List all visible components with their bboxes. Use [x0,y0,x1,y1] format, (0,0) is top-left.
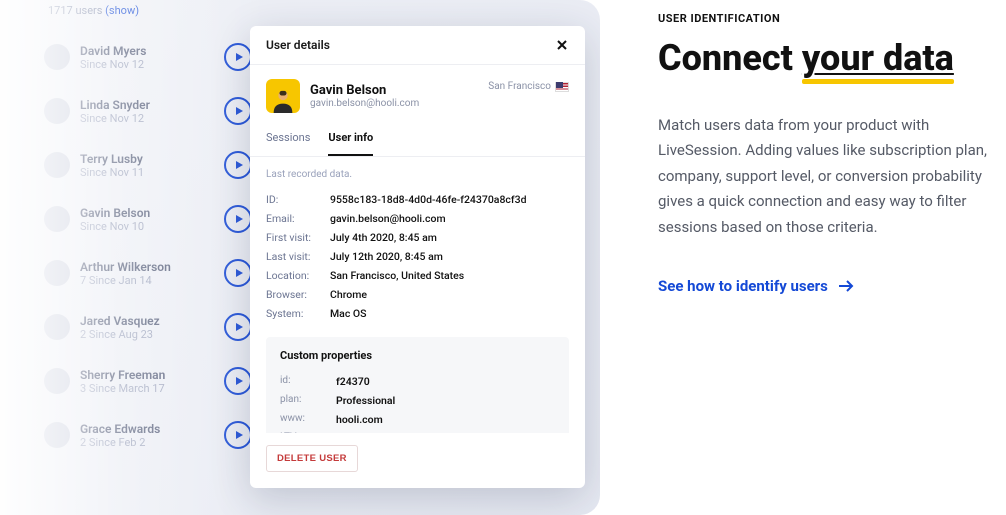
list-item[interactable]: Linda SnyderSince Nov 12 [44,89,244,133]
custom-properties-box: Custom properties id:f24370 plan:Profess… [266,337,569,433]
list-item[interactable]: Grace Edwards2 Since Feb 2 [44,413,244,457]
avatar [44,260,70,286]
hint-text: Last recorded data. [266,169,569,180]
field-first-visit-value: July 4th 2020, 8:45 am [330,231,437,244]
custom-www-label: www: [280,413,336,426]
show-link[interactable]: (show) [105,4,139,17]
field-last-visit-label: Last visit: [266,250,330,263]
custom-plan-label: plan: [280,394,336,407]
tab-sessions[interactable]: Sessions [266,123,310,156]
field-location-value: San Francisco, United States [330,269,464,282]
custom-id-label: id: [280,375,336,388]
list-item[interactable]: Jared Vasquez2 Since Aug 23 [44,305,244,349]
modal-title: User details [266,38,330,52]
avatar [44,152,70,178]
field-browser-value: Chrome [330,288,367,301]
avatar [44,368,70,394]
product-screenshot-panel: 1717 users (show) David MyersSince Nov 1… [0,0,600,515]
custom-id-value: f24370 [336,375,370,388]
field-system-value: Mac OS [330,307,367,320]
arrow-right-icon [838,280,854,292]
marketing-copy: USER IDENTIFICATION Connect your data Ma… [600,0,1006,515]
play-session-button[interactable] [224,421,252,449]
delete-user-button[interactable]: DELETE USER [266,445,358,472]
list-item[interactable]: Terry LusbySince Nov 11 [44,143,244,187]
field-browser-label: Browser: [266,288,330,301]
list-item[interactable]: Sherry Freeman3 Since March 17 [44,359,244,403]
field-id-value: 9558c183-18d8-4d0d-46fe-f24370a8cf3d [330,193,527,206]
avatar [44,44,70,70]
custom-plan-value: Professional [336,394,395,407]
background-user-list: 1717 users (show) David MyersSince Nov 1… [44,4,244,467]
section-description: Match users data from your product with … [658,113,998,241]
us-flag-icon [555,82,569,92]
field-location-label: Location: [266,269,330,282]
avatar [266,79,300,113]
list-item[interactable]: Gavin BelsonSince Nov 10 [44,197,244,241]
list-item[interactable]: David MyersSince Nov 12 [44,35,244,79]
custom-www-value: hooli.com [336,413,383,426]
field-email-label: Email: [266,212,330,225]
custom-properties-title: Custom properties [280,349,555,362]
list-item[interactable]: Arthur Wilkerson7 Since Jan 14 [44,251,244,295]
avatar [44,314,70,340]
user-name: Gavin Belson [310,83,419,98]
field-email-value: gavin.belson@hooli.com [330,212,446,225]
play-session-button[interactable] [224,43,252,71]
tab-user-info[interactable]: User info [328,123,373,156]
field-system-label: System: [266,307,330,320]
play-session-button[interactable] [224,367,252,395]
user-location-short: San Francisco [488,81,569,92]
avatar [44,98,70,124]
user-count-header: 1717 users (show) [44,4,244,17]
cta-link[interactable]: See how to identify users [658,277,854,295]
play-session-button[interactable] [224,205,252,233]
avatar [44,422,70,448]
play-session-button[interactable] [224,151,252,179]
user-details-modal: User details Gavin Belson gavin.belson@h… [250,26,585,488]
play-session-button[interactable] [224,97,252,125]
section-heading: Connect your data [658,39,1006,79]
play-session-button[interactable] [224,259,252,287]
field-last-visit-value: July 12th 2020, 8:45 am [330,250,443,263]
user-email: gavin.belson@hooli.com [310,98,419,109]
field-first-visit-label: First visit: [266,231,330,244]
section-eyebrow: USER IDENTIFICATION [658,12,1006,25]
field-id-label: ID: [266,193,330,206]
close-icon[interactable] [555,38,569,52]
avatar [44,206,70,232]
play-session-button[interactable] [224,313,252,341]
